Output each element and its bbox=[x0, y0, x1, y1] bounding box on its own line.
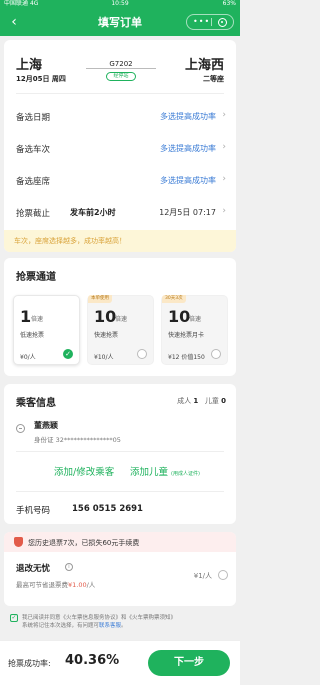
phone-label: 手机号码 bbox=[16, 506, 51, 516]
insurance-title: 退改无忧 bbox=[16, 564, 51, 574]
insurance-price: ¥1/人 bbox=[193, 572, 212, 580]
channel-option-low[interactable]: 1 倍速 低速抢票 ¥0/人 ✓ bbox=[13, 295, 80, 365]
departure-date: 12月05日 周四 bbox=[16, 75, 66, 83]
phone-field[interactable]: 156 0515 2691 bbox=[72, 504, 143, 514]
info-icon[interactable]: i bbox=[65, 563, 73, 571]
chevron-right-icon: › bbox=[222, 110, 226, 120]
grab-channel-card: 抢票通道 1 倍速 低速抢票 ¥0/人 ✓ 本单使用 10 倍速 快速抢票 ¥1… bbox=[4, 258, 236, 376]
passenger-title: 乘客信息 bbox=[16, 398, 56, 409]
more-dots-icon[interactable]: ••• bbox=[193, 18, 210, 26]
chevron-right-icon: › bbox=[222, 206, 226, 216]
route-line bbox=[86, 68, 156, 69]
insurance-card: 您历史退票7次，已损失60元手续费 退改无忧 i 最高可节省退票费¥1.00/人… bbox=[4, 532, 236, 606]
chevron-right-icon: › bbox=[222, 174, 226, 184]
add-passenger-button[interactable]: 添加/修改乘客 bbox=[54, 464, 114, 478]
seat-class: 二等座 bbox=[203, 75, 224, 83]
insurance-subtitle: 最高可节省退票费¥1.00/人 bbox=[16, 581, 96, 589]
agreement: ✓ 我已阅读并同意《火车票信息服务协议》和《火车票购票须知》 系统将记住本次选择… bbox=[10, 614, 177, 629]
passenger-id: 身份证 32***************05 bbox=[34, 436, 121, 444]
remove-passenger-icon[interactable] bbox=[16, 424, 25, 433]
agreement-checkbox[interactable]: ✓ bbox=[10, 614, 18, 622]
nav-bar: ‹ 填写订单 ••• bbox=[0, 8, 240, 36]
tag-badge: 本单使用 bbox=[88, 295, 112, 303]
status-bar: 中国联通 4G 10:59 63% bbox=[0, 0, 240, 8]
channel-option-monthly[interactable]: 30天3次 10 倍速 快速抢票月卡 ¥12 价值150 bbox=[161, 295, 228, 365]
contact-service-link[interactable]: 联系客服 bbox=[99, 623, 121, 629]
deadline-row[interactable]: 抢票截止 发车前2小时 12月5日 07:17 › bbox=[16, 198, 226, 228]
shield-icon bbox=[14, 537, 23, 547]
train-number: G7202 bbox=[109, 60, 133, 68]
battery-label: 63% bbox=[222, 0, 236, 7]
train-card: 上海 上海西 G7202 经停站 12月05日 周四 二等座 备选日期 多选提高… bbox=[4, 40, 236, 252]
next-step-button[interactable]: 下一步 bbox=[148, 650, 230, 676]
passenger-counts: 成人 1 儿童 0 bbox=[177, 397, 226, 405]
channel-option-fast[interactable]: 本单使用 10 倍速 快速抢票 ¥10/人 bbox=[87, 295, 154, 365]
tag-badge: 30天3次 bbox=[162, 295, 186, 303]
grab-title: 抢票通道 bbox=[16, 272, 56, 283]
check-circle-icon: ✓ bbox=[63, 349, 73, 359]
passenger-name: 董燕颖 bbox=[34, 421, 58, 430]
refund-history-banner: 您历史退票7次，已损失60元手续费 bbox=[4, 532, 236, 552]
from-station: 上海 bbox=[16, 58, 43, 73]
bottom-bar: 抢票成功率: 40.36% 下一步 bbox=[0, 640, 240, 685]
tip-bar: 车次，座席选择越多，成功率越高！ bbox=[4, 230, 236, 252]
close-target-icon[interactable] bbox=[218, 18, 227, 27]
add-child-button[interactable]: 添加儿童 (用成人证件) bbox=[130, 464, 200, 478]
chevron-right-icon: › bbox=[222, 142, 226, 152]
radio-icon bbox=[137, 349, 147, 359]
radio-icon bbox=[211, 349, 221, 359]
clock: 10:59 bbox=[111, 0, 129, 7]
insurance-radio[interactable] bbox=[218, 570, 228, 580]
mini-program-capsule: ••• bbox=[186, 14, 234, 30]
to-station: 上海西 bbox=[184, 58, 224, 73]
success-rate-label: 抢票成功率: bbox=[8, 659, 51, 668]
success-rate-value: 40.36% bbox=[65, 653, 120, 668]
backup-date-row[interactable]: 备选日期 多选提高成功率 › bbox=[16, 102, 226, 132]
via-stations-button[interactable]: 经停站 bbox=[106, 72, 136, 81]
backup-seat-row[interactable]: 备选座席 多选提高成功率 › bbox=[16, 166, 226, 196]
passenger-card: 乘客信息 成人 1 儿童 0 董燕颖 身份证 32***************… bbox=[4, 384, 236, 524]
backup-train-row[interactable]: 备选车次 多选提高成功率 › bbox=[16, 134, 226, 164]
